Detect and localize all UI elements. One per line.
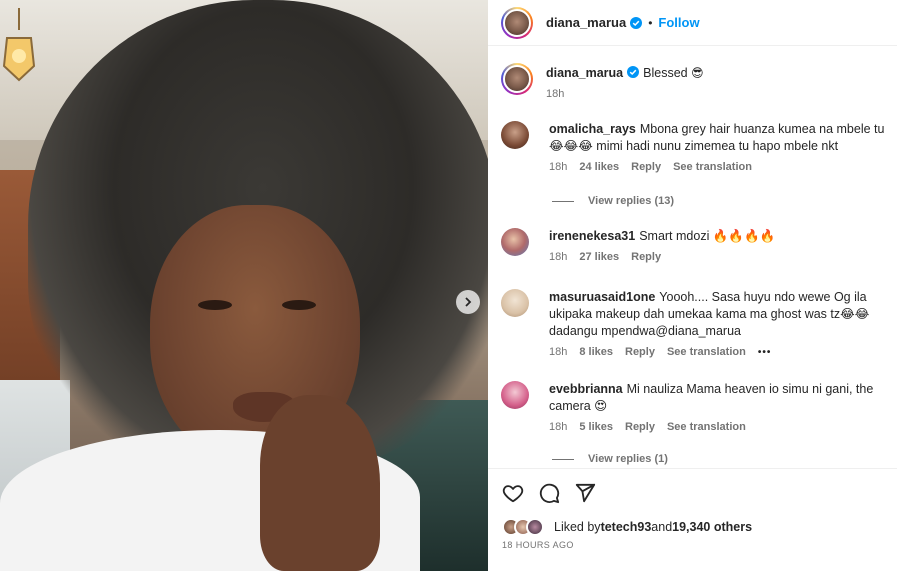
comment-likes[interactable]: 24 likes — [579, 161, 619, 173]
comment-icon[interactable] — [538, 482, 560, 504]
see-translation-button[interactable]: See translation — [667, 346, 746, 358]
replies-divider — [552, 200, 574, 202]
view-replies-label: View replies (1) — [588, 453, 668, 465]
post-header: diana_marua • Follow — [488, 0, 897, 46]
caption-text: Blessed — [643, 66, 688, 80]
post-actions-bar — [488, 468, 897, 516]
author-avatar-ring[interactable] — [501, 6, 533, 39]
share-icon[interactable] — [574, 482, 596, 504]
replies-divider — [552, 458, 574, 460]
comment-likes[interactable]: 5 likes — [579, 421, 613, 433]
reply-button[interactable]: Reply — [625, 421, 655, 433]
avatar — [503, 65, 531, 93]
comment-time: 18h — [549, 346, 568, 358]
comment-item: masuruasaid1one Yoooh.... Sasa huyu ndo w… — [501, 289, 897, 358]
post-panel: diana_marua • Follow diana_marua Blessed … — [488, 0, 897, 571]
comment-item: irenenekesa31 Smart mdozi 🔥🔥🔥🔥 18h 27 lik… — [501, 228, 897, 263]
comments-list[interactable]: diana_marua Blessed 😎 18h omalicha_rays Mb… — [488, 47, 897, 468]
author-username[interactable]: diana_marua — [546, 15, 626, 30]
chevron-right-icon — [465, 297, 472, 307]
photo-left-eye — [198, 300, 232, 310]
verified-badge-icon — [627, 66, 640, 78]
post-timestamp: 18 HOURS AGO — [502, 540, 574, 550]
caption-username[interactable]: diana_marua — [546, 66, 623, 80]
see-translation-button[interactable]: See translation — [667, 421, 746, 433]
liked-count[interactable]: 19,340 others — [672, 520, 752, 534]
comment-likes[interactable]: 27 likes — [579, 251, 619, 263]
heart-icon[interactable] — [502, 482, 524, 504]
avatar — [526, 518, 544, 536]
liked-by[interactable]: Liked by tetech93 and 19,340 others — [502, 516, 752, 538]
liked-by-avatars — [502, 517, 548, 537]
reply-button[interactable]: Reply — [625, 346, 655, 358]
comment-time: 18h — [549, 161, 568, 173]
caption-emoji: 😎 — [691, 66, 704, 80]
liked-mid: and — [651, 520, 673, 534]
comment-item: evebbrianna Mi nauliza Mama heaven io sim… — [501, 381, 897, 433]
avatar[interactable] — [501, 289, 529, 317]
comment-time: 18h — [549, 251, 568, 263]
more-options-icon[interactable]: ••• — [758, 347, 772, 358]
post-photo[interactable] — [0, 0, 488, 571]
avatar[interactable] — [501, 381, 529, 409]
comment-username[interactable]: evebbrianna — [549, 382, 623, 396]
view-replies-label: View replies (13) — [588, 195, 675, 207]
caption-avatar-ring[interactable] — [501, 63, 533, 95]
pendant-lamp — [2, 8, 36, 82]
view-replies-button[interactable]: View replies (1) — [552, 453, 668, 465]
comment-item: omalicha_rays Mbona grey hair huanza kume… — [501, 121, 897, 173]
reply-button[interactable]: Reply — [631, 161, 661, 173]
header-separator: • — [648, 15, 653, 30]
see-translation-button[interactable]: See translation — [673, 161, 752, 173]
avatar — [503, 8, 531, 37]
comment-text: Smart mdozi 🔥🔥🔥🔥 — [639, 229, 776, 243]
verified-badge-icon — [630, 16, 643, 29]
liked-user[interactable]: tetech93 — [601, 520, 652, 534]
photo-right-eye — [282, 300, 316, 310]
reply-button[interactable]: Reply — [631, 251, 661, 263]
caption-time: 18h — [546, 88, 565, 100]
avatar[interactable] — [501, 121, 529, 149]
follow-button[interactable]: Follow — [658, 15, 699, 30]
comment-username[interactable]: omalicha_rays — [549, 122, 636, 136]
caption-item: diana_marua Blessed 😎 18h — [501, 63, 897, 100]
photo-hand — [260, 395, 380, 571]
liked-prefix: Liked by — [554, 520, 601, 534]
avatar[interactable] — [501, 228, 529, 256]
comment-username[interactable]: masuruasaid1one — [549, 290, 655, 304]
comment-likes[interactable]: 8 likes — [579, 346, 613, 358]
carousel-next-button[interactable] — [456, 290, 480, 314]
view-replies-button[interactable]: View replies (13) — [552, 195, 674, 207]
comment-time: 18h — [549, 421, 568, 433]
comment-username[interactable]: irenenekesa31 — [549, 229, 635, 243]
